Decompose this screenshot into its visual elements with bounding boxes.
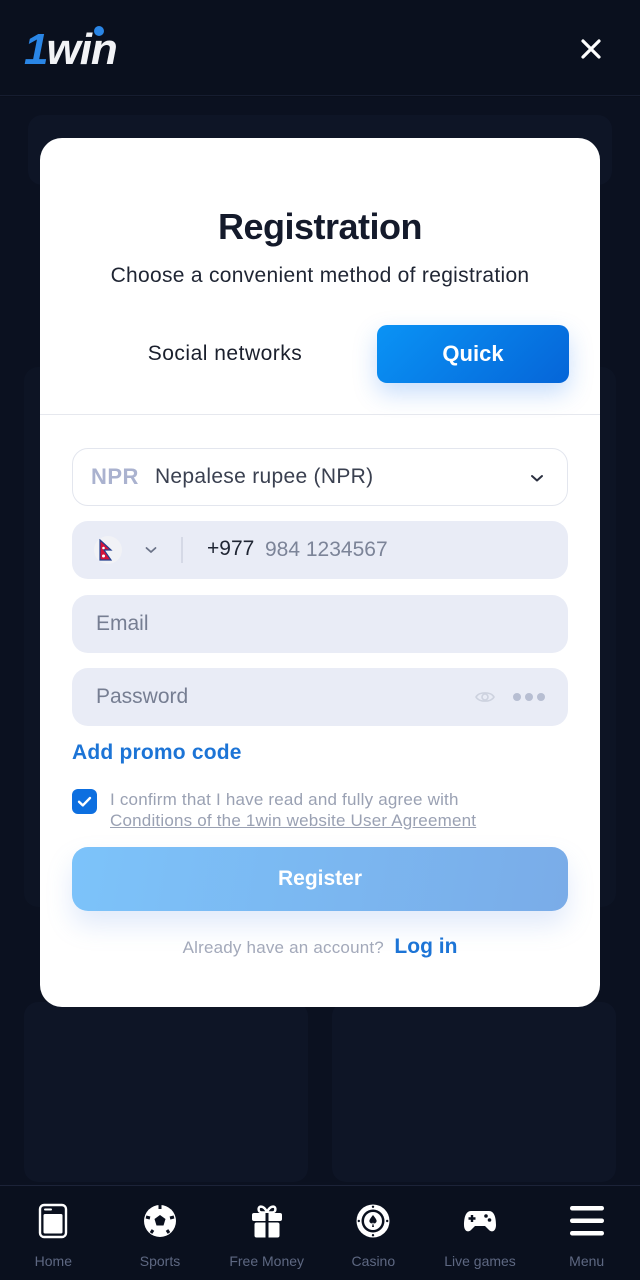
nav-label-live-games: Live games bbox=[444, 1253, 516, 1269]
phone-separator bbox=[181, 537, 183, 563]
close-button[interactable] bbox=[574, 32, 608, 66]
country-chevron-down-icon[interactable] bbox=[144, 543, 158, 557]
nav-item-home[interactable]: Home bbox=[0, 1186, 107, 1280]
chevron-down-icon bbox=[531, 475, 543, 482]
add-promo-code-link[interactable]: Add promo code bbox=[72, 741, 242, 765]
logo-dot bbox=[94, 26, 104, 36]
nav-item-free-money[interactable]: Free Money bbox=[213, 1186, 320, 1280]
nav-label-home: Home bbox=[34, 1253, 73, 1269]
close-icon bbox=[581, 39, 601, 59]
bg-card-left bbox=[24, 1002, 308, 1182]
casino-chip-icon bbox=[356, 1204, 390, 1238]
nav-label-free-money: Free Money bbox=[229, 1253, 305, 1269]
agreement-checkbox[interactable] bbox=[72, 789, 97, 814]
eye-icon[interactable] bbox=[474, 686, 496, 708]
bottom-nav: Home Sports Free Money Casino Live games… bbox=[0, 1185, 640, 1280]
email-field bbox=[72, 595, 568, 653]
login-prompt: Already have an account? bbox=[182, 938, 384, 957]
nav-label-casino: Casino bbox=[351, 1253, 396, 1269]
currency-code: NPR bbox=[91, 464, 139, 489]
nav-label-menu: Menu bbox=[569, 1253, 605, 1269]
nav-item-live-games[interactable]: Live games bbox=[427, 1186, 534, 1280]
phone-field: +977 bbox=[72, 521, 568, 579]
password-field bbox=[72, 668, 568, 726]
menu-icon bbox=[569, 1206, 604, 1236]
soccer-ball-icon bbox=[144, 1205, 176, 1237]
phone-input[interactable] bbox=[265, 535, 525, 565]
currency-name: Nepalese rupee (NPR) bbox=[154, 465, 374, 488]
logo-one: 1 bbox=[24, 25, 49, 74]
header: 1 win bbox=[0, 0, 640, 96]
register-button[interactable]: Register bbox=[72, 847, 568, 911]
agreement-text: I confirm that I have read and fully agr… bbox=[110, 789, 550, 831]
logo[interactable]: 1 win bbox=[24, 24, 118, 74]
nav-item-menu[interactable]: Menu bbox=[533, 1186, 640, 1280]
nav-label-sports: Sports bbox=[139, 1253, 181, 1269]
login-link[interactable]: Log in bbox=[394, 935, 457, 958]
gamepad-icon bbox=[464, 1211, 497, 1232]
divider bbox=[40, 414, 600, 415]
nav-item-casino[interactable]: Casino bbox=[320, 1186, 427, 1280]
nav-item-sports[interactable]: Sports bbox=[107, 1186, 214, 1280]
nepal-flag-icon[interactable] bbox=[94, 536, 122, 564]
gift-icon bbox=[251, 1205, 282, 1238]
registration-modal: Registration Choose a convenient method … bbox=[40, 138, 600, 1007]
phone-country-code: +977 bbox=[207, 537, 255, 560]
currency-select[interactable]: NPR Nepalese rupee (NPR) bbox=[72, 448, 568, 506]
user-agreement-link[interactable]: Conditions of the 1win website User Agre… bbox=[110, 811, 476, 830]
agreement-label: I confirm that I have read and fully agr… bbox=[110, 790, 459, 809]
checkmark-icon bbox=[77, 796, 92, 807]
logo-win: win bbox=[46, 25, 117, 74]
tab-social-networks[interactable]: Social networks bbox=[100, 326, 350, 382]
tab-quick[interactable]: Quick bbox=[377, 325, 569, 383]
home-icon bbox=[39, 1203, 68, 1239]
more-dots-icon[interactable] bbox=[512, 690, 546, 704]
password-input[interactable] bbox=[96, 682, 456, 712]
login-row: Already have an account? Log in bbox=[40, 935, 600, 959]
modal-subtitle: Choose a convenient method of registrati… bbox=[110, 264, 530, 287]
modal-title: Registration bbox=[217, 206, 423, 247]
email-input[interactable] bbox=[96, 609, 456, 639]
bg-card-right bbox=[332, 1002, 616, 1182]
